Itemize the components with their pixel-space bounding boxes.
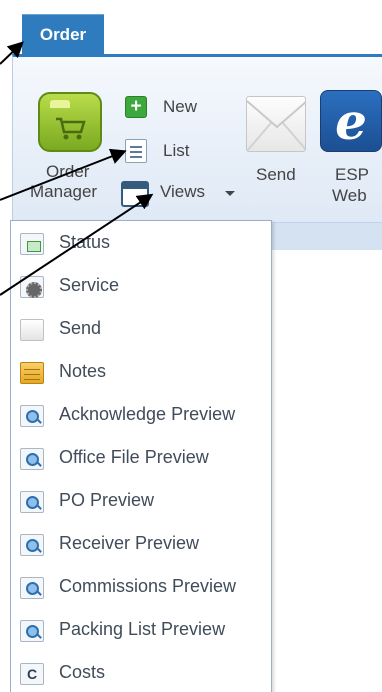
list-line	[130, 151, 142, 153]
menu-item-acknowledge-preview[interactable]: Acknowledge Preview	[11, 395, 271, 435]
menu-item-label: Office File Preview	[59, 447, 209, 467]
service-gear-icon	[20, 276, 44, 298]
menu-item-notes[interactable]: Notes	[11, 352, 271, 392]
tab-order[interactable]: Order	[22, 14, 104, 54]
list-button[interactable]: List	[163, 141, 189, 161]
order-manager-label-line2[interactable]: Manager	[30, 182, 97, 202]
menu-item-label: Status	[59, 232, 111, 252]
menu-item-label: Receiver Preview	[59, 533, 200, 553]
preview-magnifier-icon	[20, 405, 44, 427]
menu-item-send[interactable]: Send	[11, 309, 271, 349]
menu-item-costs[interactable]: C Costs	[11, 653, 271, 692]
menu-item-po-preview[interactable]: PO Preview	[11, 481, 271, 521]
views-window-icon[interactable]	[121, 181, 149, 207]
menu-item-status[interactable]: Status	[11, 223, 271, 263]
menu-item-label: Costs	[59, 662, 106, 682]
menu-item-service[interactable]: Service	[11, 266, 271, 306]
views-button[interactable]: Views	[160, 182, 205, 202]
list-icon[interactable]	[125, 139, 147, 163]
chevron-down-icon[interactable]	[224, 190, 236, 198]
folder-tab-shape	[50, 100, 70, 108]
list-line	[130, 156, 142, 158]
envelope-icon	[20, 319, 44, 341]
menu-item-commissions-preview[interactable]: Commissions Preview	[11, 567, 271, 607]
esp-label-line1[interactable]: ESP	[335, 165, 369, 185]
menu-item-label: Packing List Preview	[59, 619, 226, 639]
list-line	[130, 146, 142, 148]
esp-web-icon[interactable]: e	[320, 90, 382, 152]
menu-item-label: Notes	[59, 361, 107, 381]
new-button[interactable]: New	[163, 97, 197, 117]
costs-icon: C	[20, 663, 44, 685]
app-screenshot: Order Order Manager + New List Views Sen…	[0, 0, 382, 692]
menu-item-receiver-preview[interactable]: Receiver Preview	[11, 524, 271, 564]
menu-item-label: Commissions Preview	[59, 576, 237, 596]
preview-magnifier-icon	[20, 620, 44, 642]
menu-item-label: PO Preview	[59, 490, 155, 510]
preview-magnifier-icon	[20, 491, 44, 513]
esp-label-line2[interactable]: Web	[332, 186, 367, 206]
menu-item-packing-list-preview[interactable]: Packing List Preview	[11, 610, 271, 650]
send-button[interactable]: Send	[256, 165, 296, 185]
menu-item-label: Service	[59, 275, 120, 295]
status-icon	[20, 233, 44, 255]
plus-icon[interactable]: +	[125, 96, 147, 118]
preview-magnifier-icon	[20, 448, 44, 470]
menu-item-label: Send	[59, 318, 102, 338]
envelope-icon[interactable]	[246, 96, 306, 152]
menu-item-office-file-preview[interactable]: Office File Preview	[11, 438, 271, 478]
menu-item-label: Acknowledge Preview	[59, 404, 236, 424]
shopping-cart-icon	[56, 117, 86, 140]
views-dropdown-menu: Status Service Send Notes Acknowledge Pr…	[10, 220, 272, 692]
envelope-flap	[247, 100, 305, 151]
order-manager-icon[interactable]	[38, 92, 102, 152]
notes-icon	[20, 362, 44, 384]
order-manager-label-line1[interactable]: Order	[46, 162, 89, 182]
preview-magnifier-icon	[20, 534, 44, 556]
preview-magnifier-icon	[20, 577, 44, 599]
